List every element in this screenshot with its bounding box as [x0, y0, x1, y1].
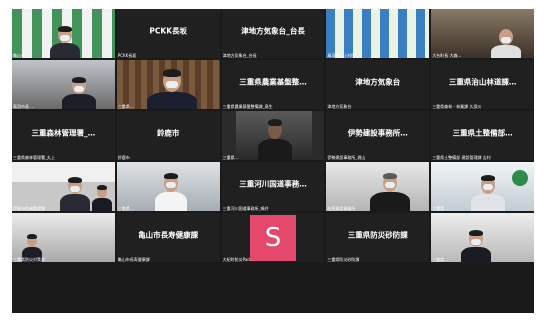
participant-name: 三重県… — [432, 257, 449, 262]
participant-name: 三重河川国道事務所_鳴井 — [222, 206, 269, 211]
participant-tile[interactable]: 伊賀市危機管理課 — [12, 162, 115, 211]
participant-name: 鳥羽市長 … — [13, 104, 35, 109]
participant-display-name: 三重県防災砂防課 — [347, 230, 408, 240]
participant-display-name: 三重県農業基盤整… — [239, 77, 307, 87]
participant-tile[interactable]: 大台町長 大森… — [431, 9, 534, 58]
participant-name: 松阪建設事務所 — [327, 206, 356, 211]
participant-name: 三重県… — [117, 104, 134, 109]
participant-display-name: 鈴鹿市 — [156, 128, 180, 138]
participant-tile[interactable]: 鈴鹿市 鈴鹿市 — [116, 111, 220, 160]
participant-tile[interactable]: S 大紀町防災Pad… — [221, 213, 325, 262]
participant-tile[interactable]: 伊勢建設事務所… 伊勢建設事務所_堀山 — [326, 111, 430, 160]
participant-name: 三重県防災砂防課 — [327, 257, 360, 262]
participant-name: 伊勢建設事務所_堀山 — [327, 155, 366, 160]
participant-video — [50, 23, 80, 58]
participant-tile[interactable]: 鳥羽市長 … — [12, 60, 115, 109]
participant-tile[interactable]: 松阪建設事務所 — [326, 162, 430, 211]
participant-tile[interactable]: 三重県防災砂防課 三重県防災砂防課 — [326, 213, 430, 262]
participant-name: 三重県森林・林業課 久保川 — [432, 104, 482, 109]
participant-tile[interactable]: 三重河川国道事務… 三重河川国道事務所_鳴井 — [221, 162, 325, 211]
participant-video — [92, 184, 112, 211]
participant-tile[interactable]: 三重県農業基盤整… 三重県農業基盤整備課_鳥生 — [221, 60, 325, 109]
participant-tile[interactable]: 亀山市長寿健康課 亀山市長寿健康課 — [116, 213, 220, 262]
participant-video — [257, 117, 292, 160]
participant-name: 津地方気象台 — [327, 104, 352, 109]
video-grid: 亀山市 PCKK長坂 PCKK長坂 津地方気象台_台長 津地方気象台_台長 鳥羽… — [12, 9, 534, 313]
participant-tile[interactable]: 鳥羽市…上村防… — [326, 9, 430, 58]
participant-video — [154, 170, 187, 211]
participant-tile[interactable]: PCKK長坂 PCKK長坂 — [116, 9, 220, 58]
participant-avatar: S — [249, 214, 296, 261]
participant-tile[interactable]: 三重森林管理署_… 三重県森林管理署_丸上 — [12, 111, 115, 160]
participant-name: 亀山市 — [13, 53, 25, 58]
participant-video — [62, 74, 96, 109]
participant-display-name: 伊勢建設事務所… — [347, 128, 408, 138]
participant-display-name: 三重河川国道事務… — [239, 179, 307, 189]
participant-name: 鳥羽市…上村防… — [327, 53, 360, 58]
participant-name: 亀山市長寿健康課 — [117, 257, 150, 262]
participant-video — [491, 27, 522, 58]
participant-name: 三重県森林管理署_丸上 — [13, 155, 55, 160]
participant-display-name: 亀山市長寿健康課 — [138, 230, 199, 240]
participant-tile[interactable]: 三重県治山林道課… 三重県森林・林業課 久保川 — [431, 60, 534, 109]
participant-display-name: 三重森林管理署_… — [31, 128, 96, 138]
participant-name: 三重県土整備部 建設管理課 吉村 — [432, 155, 491, 160]
participant-tile[interactable]: 三重県… — [221, 111, 325, 160]
participant-display-name: 津地方気象台_台長 — [241, 26, 305, 36]
participant-tile[interactable]: 三重県… — [431, 162, 534, 211]
participant-tile[interactable]: 三重県… — [116, 162, 220, 211]
participant-name: 大紀町防災Pad… — [222, 257, 254, 262]
participant-tile[interactable]: 津地方気象台_台長 津地方気象台_台長 — [221, 9, 325, 58]
participant-name: 鈴鹿市 — [117, 155, 130, 160]
participant-name: PCKK長坂 — [117, 53, 137, 58]
participant-tile[interactable]: 三重県土整備部… 三重県土整備部 建設管理課 吉村 — [431, 111, 534, 160]
participant-tile[interactable]: 三重県防災対策部 — [12, 213, 115, 262]
participant-tile[interactable]: 三重県… — [116, 60, 220, 109]
participant-display-name: 三重県土整備部… — [452, 128, 513, 138]
participant-tile[interactable]: 亀山市 — [12, 9, 115, 58]
participant-name: 津地方気象台_台長 — [222, 53, 257, 58]
participant-video — [370, 170, 411, 211]
participant-name: 伊賀市危機管理課 — [13, 206, 45, 211]
participant-video — [146, 66, 197, 109]
participant-tile[interactable]: 三重県… — [431, 213, 534, 262]
participant-display-name: PCKK長坂 — [149, 26, 187, 36]
participant-video — [60, 174, 90, 211]
participant-name: 大台町長 大森… — [432, 53, 462, 58]
participant-name: 三重県農業基盤整備課_鳥生 — [222, 104, 273, 109]
participant-name: 三重県… — [222, 155, 239, 160]
participant-tile[interactable]: 津地方気象台 津地方気象台 — [326, 60, 430, 109]
participant-name: 三重県… — [432, 206, 449, 211]
participant-video — [461, 227, 492, 262]
participant-video — [471, 172, 506, 211]
participant-display-name: 津地方気象台 — [355, 77, 401, 87]
participant-name: 三重県… — [117, 206, 134, 211]
participant-name: 三重県防災対策部 — [13, 257, 45, 262]
participant-display-name: 三重県治山林道課… — [448, 77, 517, 87]
